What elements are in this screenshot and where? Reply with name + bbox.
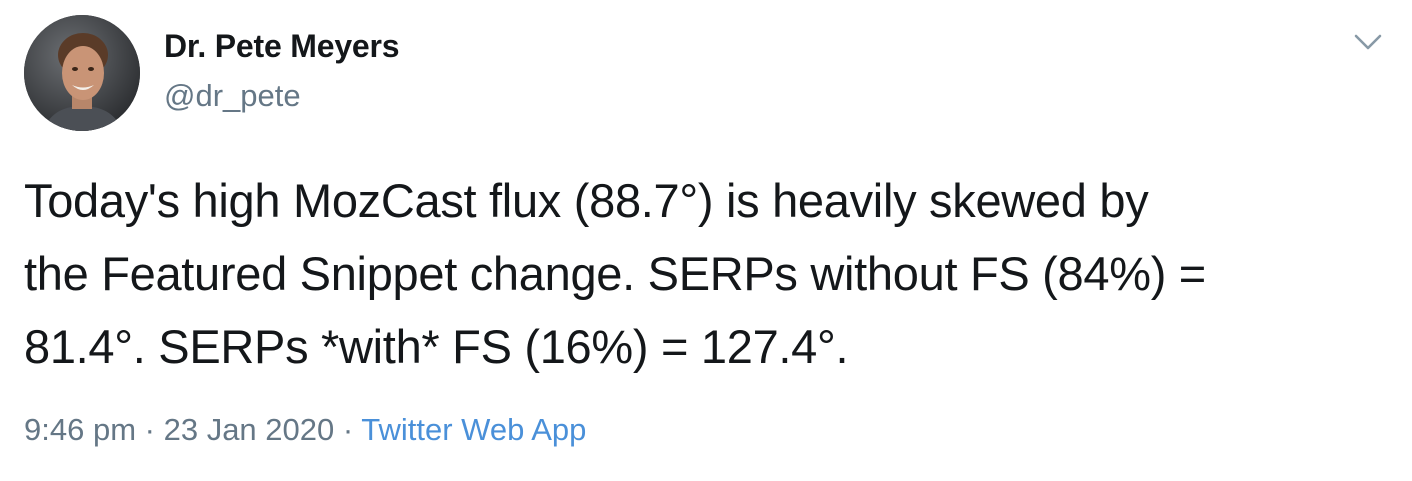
tweet-source-link[interactable]: Twitter Web App	[361, 412, 586, 447]
author-handle[interactable]: @dr_pete	[164, 78, 301, 114]
tweet-text-line: the Featured Snippet change. SERPs witho…	[24, 247, 1206, 300]
tweet-text-line: 81.4°. SERPs *with* FS (16%) = 127.4°.	[24, 320, 849, 373]
meta-separator: ·	[342, 412, 354, 447]
tweet-card: Dr. Pete Meyers @dr_pete Today's high Mo…	[0, 0, 1412, 481]
tweet-time[interactable]: 9:46 pm	[24, 412, 136, 447]
meta-separator: ·	[144, 412, 155, 447]
tweet-meta: 9:46 pm · 23 Jan 2020 · Twitter Web App	[24, 412, 586, 448]
avatar-photo	[24, 15, 140, 131]
tweet-text: Today's high MozCast flux (88.7°) is hea…	[24, 164, 1394, 383]
tweet-date[interactable]: 23 Jan 2020	[164, 412, 335, 447]
chevron-down-icon[interactable]	[1350, 28, 1386, 56]
tweet-text-line: Today's high MozCast flux (88.7°) is hea…	[24, 174, 1149, 227]
author-name[interactable]: Dr. Pete Meyers	[164, 28, 400, 65]
avatar[interactable]	[24, 15, 140, 131]
